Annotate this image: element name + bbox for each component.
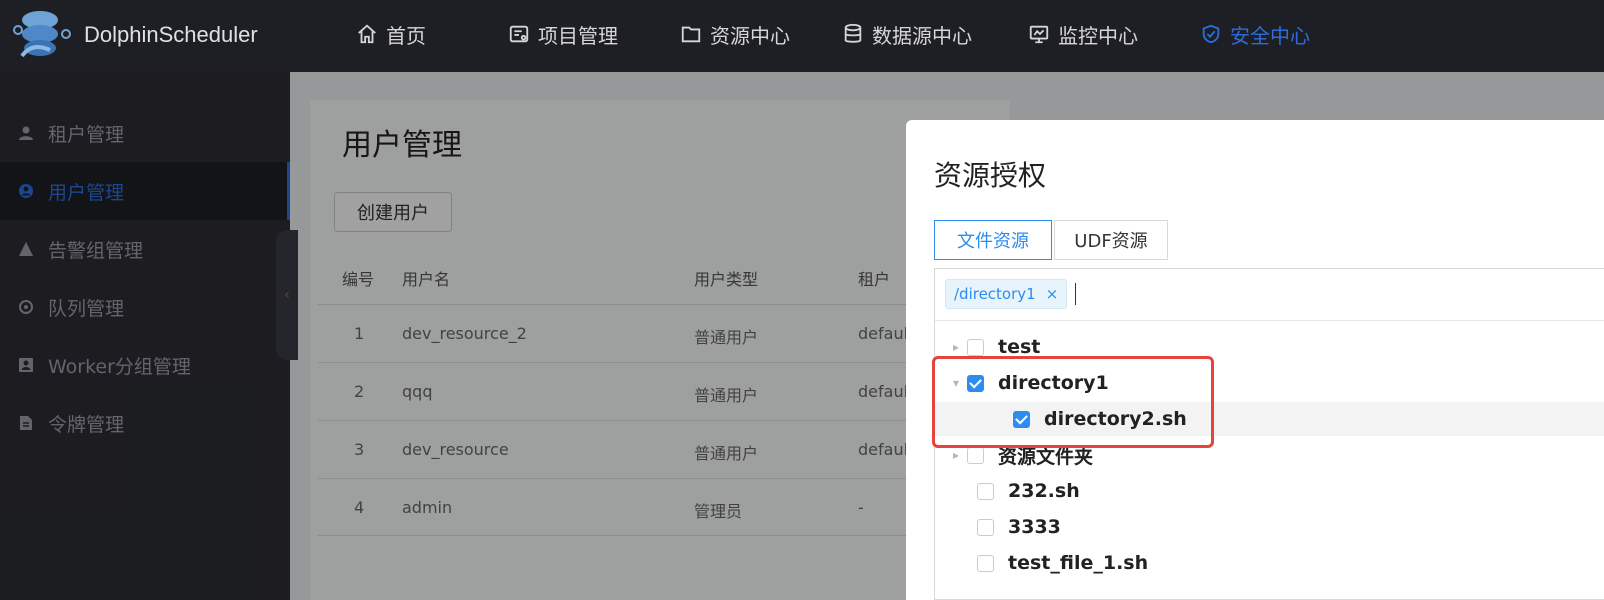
- shield-icon: [1202, 24, 1220, 44]
- folder-icon: [681, 26, 701, 43]
- nav-home[interactable]: 首页: [356, 20, 426, 48]
- nav-datasource-label: 数据源中心: [872, 23, 972, 48]
- project-icon: [509, 25, 529, 43]
- tree-checkbox[interactable]: [977, 554, 994, 572]
- tree-node-3333[interactable]: 3333: [977, 510, 1061, 544]
- nav-monitor-label: 监控中心: [1058, 23, 1138, 48]
- selected-tags-input[interactable]: /directory1 ×: [935, 269, 1604, 321]
- selected-tag-label: /directory1: [954, 285, 1036, 303]
- nav-resources[interactable]: 资源中心: [680, 20, 790, 48]
- nav-security-label: 安全中心: [1230, 23, 1310, 48]
- tree-node-232-sh[interactable]: 232.sh: [977, 474, 1080, 508]
- nav-monitor[interactable]: 监控中心: [1028, 20, 1138, 48]
- nav-home-label: 首页: [386, 23, 426, 48]
- tree-node-label: 232.sh: [1008, 480, 1080, 502]
- tree-node-label: 3333: [1008, 516, 1061, 538]
- nav-datasource[interactable]: 数据源中心: [842, 20, 972, 48]
- tree-node-label: test: [998, 336, 1041, 358]
- brand-name[interactable]: DolphinScheduler: [84, 22, 258, 48]
- nav-resources-label: 资源中心: [710, 23, 790, 48]
- top-navbar: DolphinScheduler 首页 项目管理 资源中心 数据源中心 监控中心…: [0, 0, 1604, 72]
- nav-projects[interactable]: 项目管理: [508, 20, 618, 48]
- expand-arrow-icon[interactable]: ▸: [953, 448, 967, 462]
- tree-checkbox[interactable]: [967, 338, 984, 356]
- expand-arrow-icon[interactable]: ▸: [953, 340, 967, 354]
- tab-udf-resources[interactable]: UDF资源: [1054, 220, 1168, 260]
- modal-title: 资源授权: [934, 159, 1047, 192]
- monitor-icon: [1029, 25, 1049, 44]
- selected-tag: /directory1 ×: [945, 279, 1068, 309]
- nav-projects-label: 项目管理: [538, 23, 618, 48]
- database-icon: [844, 23, 862, 43]
- home-icon: [358, 24, 376, 44]
- tree-checkbox[interactable]: [977, 482, 994, 500]
- dolphin-logo-icon[interactable]: [12, 8, 72, 66]
- tree-node-test-file-1-sh[interactable]: test_file_1.sh: [977, 546, 1148, 580]
- nav-security[interactable]: 安全中心: [1200, 20, 1310, 48]
- text-caret: [1075, 283, 1076, 305]
- tree-checkbox[interactable]: [977, 518, 994, 536]
- highlight-annotation-box: [932, 356, 1214, 448]
- tree-checkbox[interactable]: [967, 446, 984, 464]
- tree-node-label: test_file_1.sh: [1008, 552, 1149, 574]
- tab-file-resources[interactable]: 文件资源: [934, 220, 1052, 260]
- tag-close-icon[interactable]: ×: [1046, 285, 1059, 303]
